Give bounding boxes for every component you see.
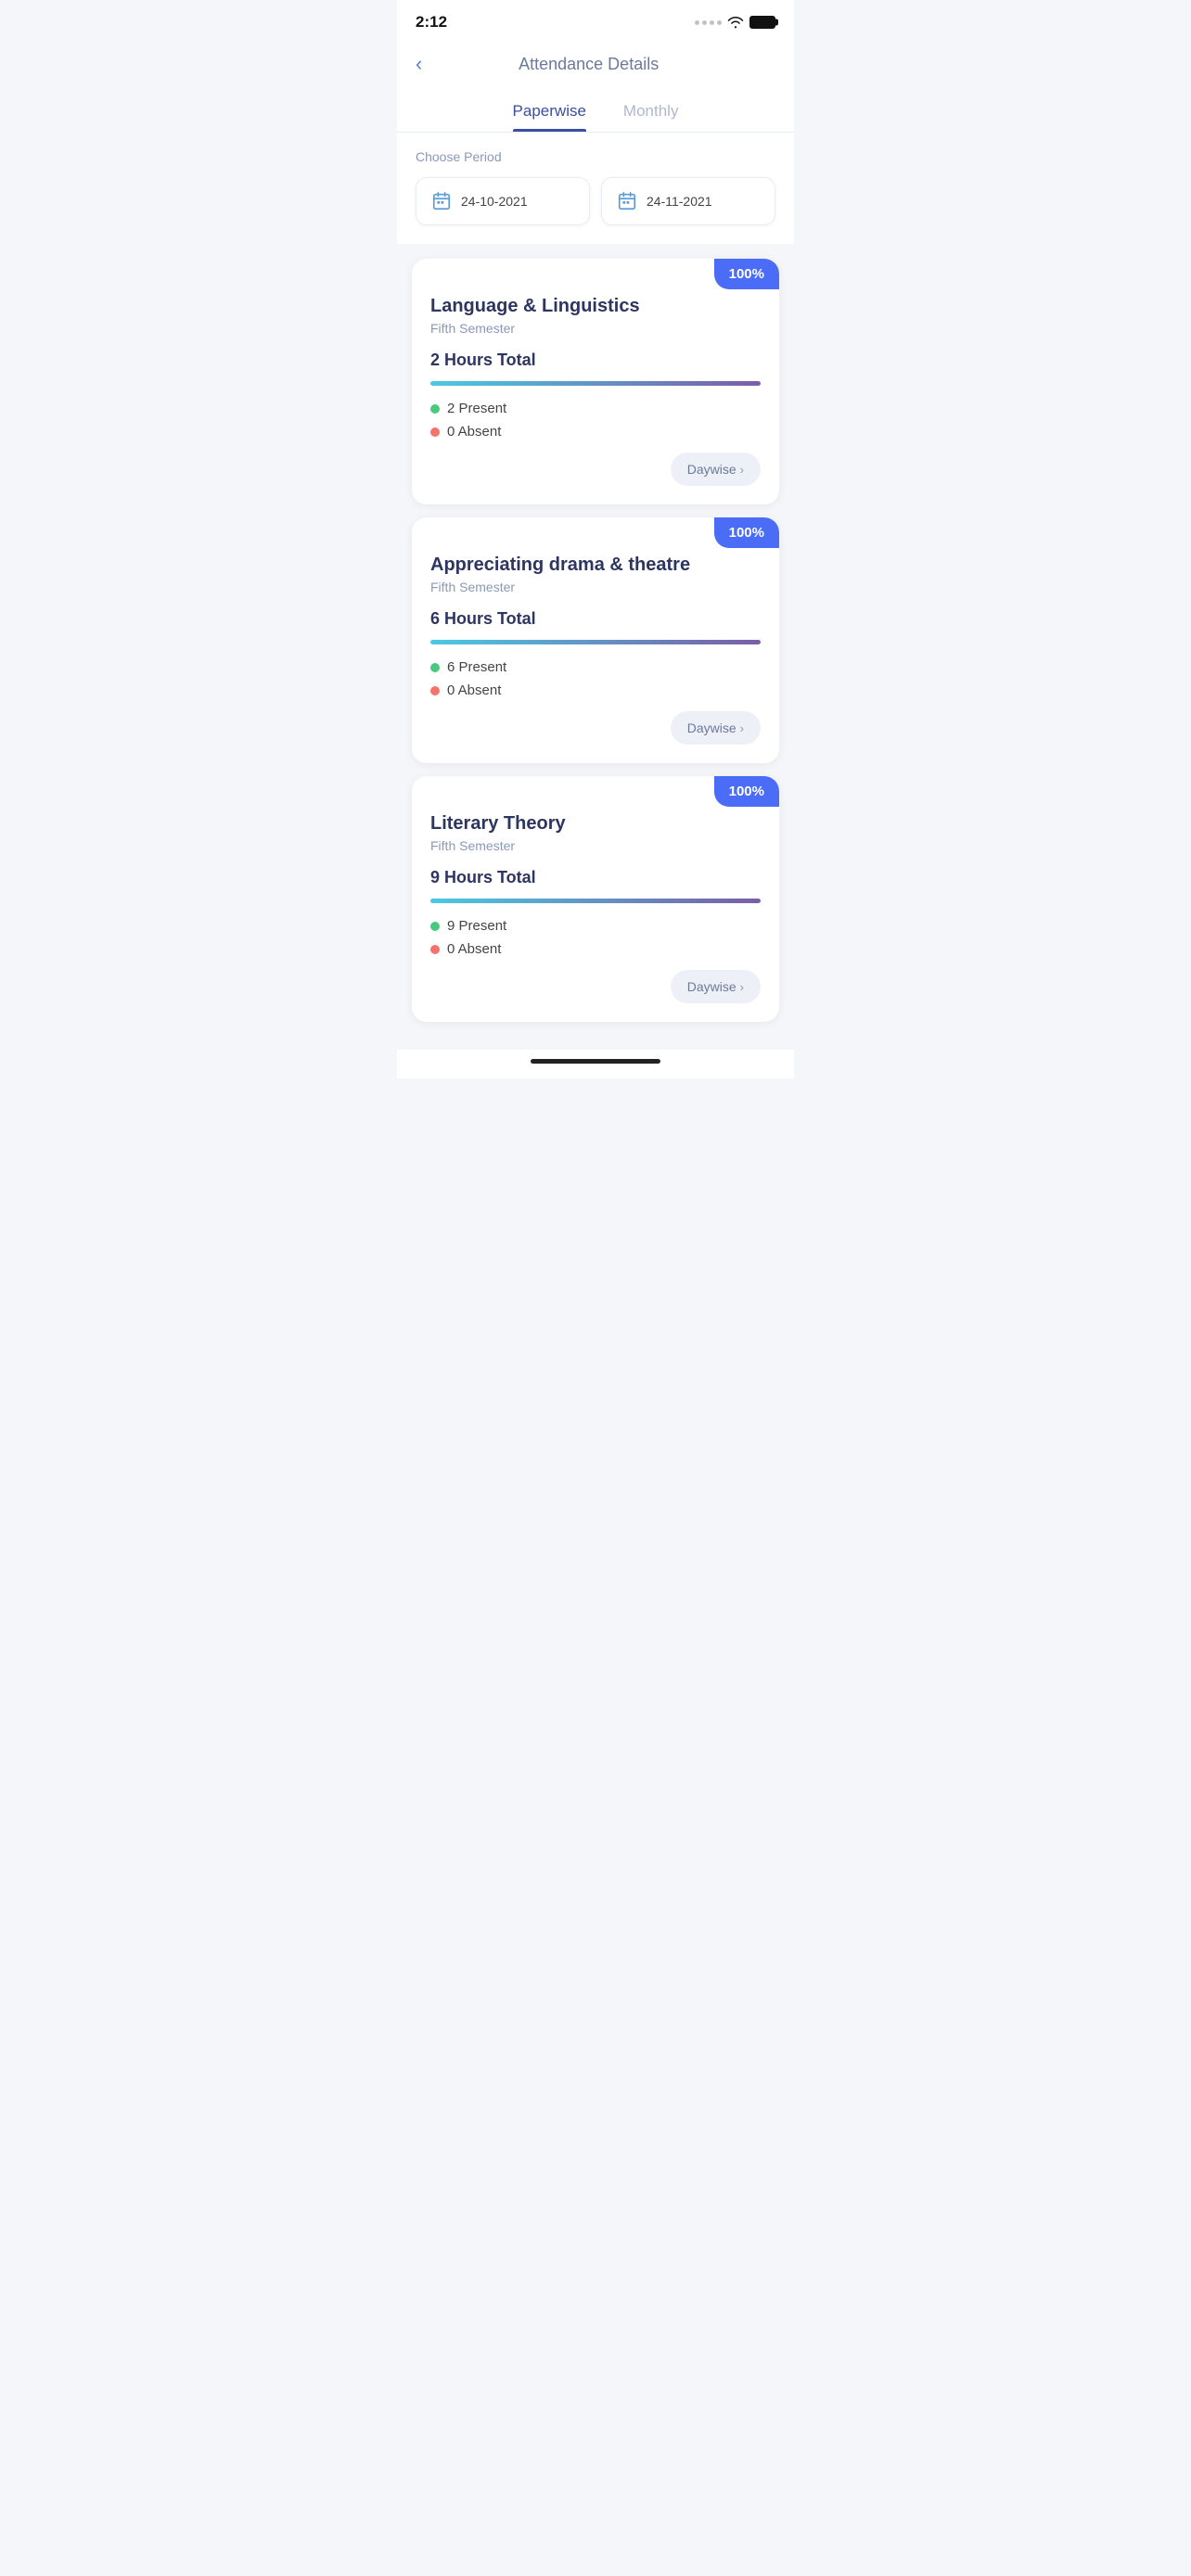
start-date-input[interactable]: 24-10-2021 bbox=[416, 177, 590, 225]
absent-stat-3: 0 Absent bbox=[430, 941, 761, 957]
hours-total-2: 6 Hours Total bbox=[430, 609, 761, 629]
absent-value-3: 0 Absent bbox=[447, 941, 501, 957]
tabs-container: Paperwise Monthly bbox=[397, 95, 794, 132]
semester-3: Fifth Semester bbox=[430, 838, 761, 853]
absent-dot-2 bbox=[430, 686, 440, 695]
progress-bar-1 bbox=[430, 381, 761, 386]
daywise-button-1[interactable]: Daywise › bbox=[671, 453, 761, 486]
daywise-button-3[interactable]: Daywise › bbox=[671, 970, 761, 1003]
date-row: 24-10-2021 24-11-2021 bbox=[416, 177, 775, 225]
wifi-icon bbox=[727, 16, 744, 29]
progress-bar-2 bbox=[430, 640, 761, 644]
present-value-3: 9 Present bbox=[447, 918, 506, 934]
start-date-value: 24-10-2021 bbox=[461, 194, 528, 209]
present-dot-1 bbox=[430, 404, 440, 414]
stats-row-1: 2 Present 0 Absent bbox=[430, 401, 761, 440]
hours-total-3: 9 Hours Total bbox=[430, 868, 761, 887]
chevron-right-icon-3: › bbox=[740, 980, 744, 994]
present-stat-2: 6 Present bbox=[430, 659, 761, 675]
percentage-badge-2: 100% bbox=[714, 517, 779, 548]
present-stat-3: 9 Present bbox=[430, 918, 761, 934]
period-label: Choose Period bbox=[416, 149, 775, 164]
daywise-button-2[interactable]: Daywise › bbox=[671, 711, 761, 745]
absent-stat-1: 0 Absent bbox=[430, 424, 761, 440]
subject-name-3: Literary Theory bbox=[430, 813, 761, 835]
present-stat-1: 2 Present bbox=[430, 401, 761, 416]
signal-icon bbox=[695, 20, 722, 25]
present-value-2: 6 Present bbox=[447, 659, 506, 675]
card-footer-2: Daywise › bbox=[430, 711, 761, 745]
semester-1: Fifth Semester bbox=[430, 321, 761, 336]
progress-bar-3 bbox=[430, 899, 761, 903]
absent-stat-2: 0 Absent bbox=[430, 682, 761, 698]
tab-monthly[interactable]: Monthly bbox=[623, 102, 679, 132]
back-button[interactable]: ‹ bbox=[416, 48, 429, 80]
present-dot-3 bbox=[430, 922, 440, 931]
percentage-badge-3: 100% bbox=[714, 776, 779, 807]
chevron-right-icon-1: › bbox=[740, 463, 744, 477]
absent-value-1: 0 Absent bbox=[447, 424, 501, 440]
tab-paperwise[interactable]: Paperwise bbox=[513, 102, 586, 132]
present-value-1: 2 Present bbox=[447, 401, 506, 416]
hours-total-1: 2 Hours Total bbox=[430, 351, 761, 370]
absent-value-2: 0 Absent bbox=[447, 682, 501, 698]
subject-name-2: Appreciating drama & theatre bbox=[430, 555, 761, 576]
end-date-input[interactable]: 24-11-2021 bbox=[601, 177, 775, 225]
cards-container: 100% Language & Linguistics Fifth Semest… bbox=[397, 244, 794, 1050]
card-footer-1: Daywise › bbox=[430, 453, 761, 486]
semester-2: Fifth Semester bbox=[430, 580, 761, 594]
battery-icon bbox=[749, 16, 775, 29]
card-footer-3: Daywise › bbox=[430, 970, 761, 1003]
chevron-right-icon-2: › bbox=[740, 721, 744, 735]
attendance-card-2: 100% Appreciating drama & theatre Fifth … bbox=[412, 517, 779, 763]
subject-name-1: Language & Linguistics bbox=[430, 296, 761, 317]
end-date-value: 24-11-2021 bbox=[647, 194, 712, 209]
period-section: Choose Period 24-10-2021 24-11-2021 bbox=[397, 133, 794, 244]
attendance-card-1: 100% Language & Linguistics Fifth Semest… bbox=[412, 259, 779, 504]
absent-dot-3 bbox=[430, 945, 440, 954]
percentage-badge-1: 100% bbox=[714, 259, 779, 289]
header: ‹ Attendance Details bbox=[397, 39, 794, 95]
stats-row-2: 6 Present 0 Absent bbox=[430, 659, 761, 698]
calendar-icon-end bbox=[617, 191, 637, 211]
status-time: 2:12 bbox=[416, 13, 447, 32]
home-bar bbox=[531, 1059, 660, 1064]
attendance-card-3: 100% Literary Theory Fifth Semester 9 Ho… bbox=[412, 776, 779, 1022]
absent-dot-1 bbox=[430, 427, 440, 437]
status-bar: 2:12 bbox=[397, 0, 794, 39]
home-indicator bbox=[397, 1050, 794, 1078]
stats-row-3: 9 Present 0 Absent bbox=[430, 918, 761, 957]
present-dot-2 bbox=[430, 663, 440, 672]
status-icons bbox=[695, 16, 775, 29]
calendar-icon-start bbox=[431, 191, 452, 211]
page-title: Attendance Details bbox=[429, 55, 748, 74]
